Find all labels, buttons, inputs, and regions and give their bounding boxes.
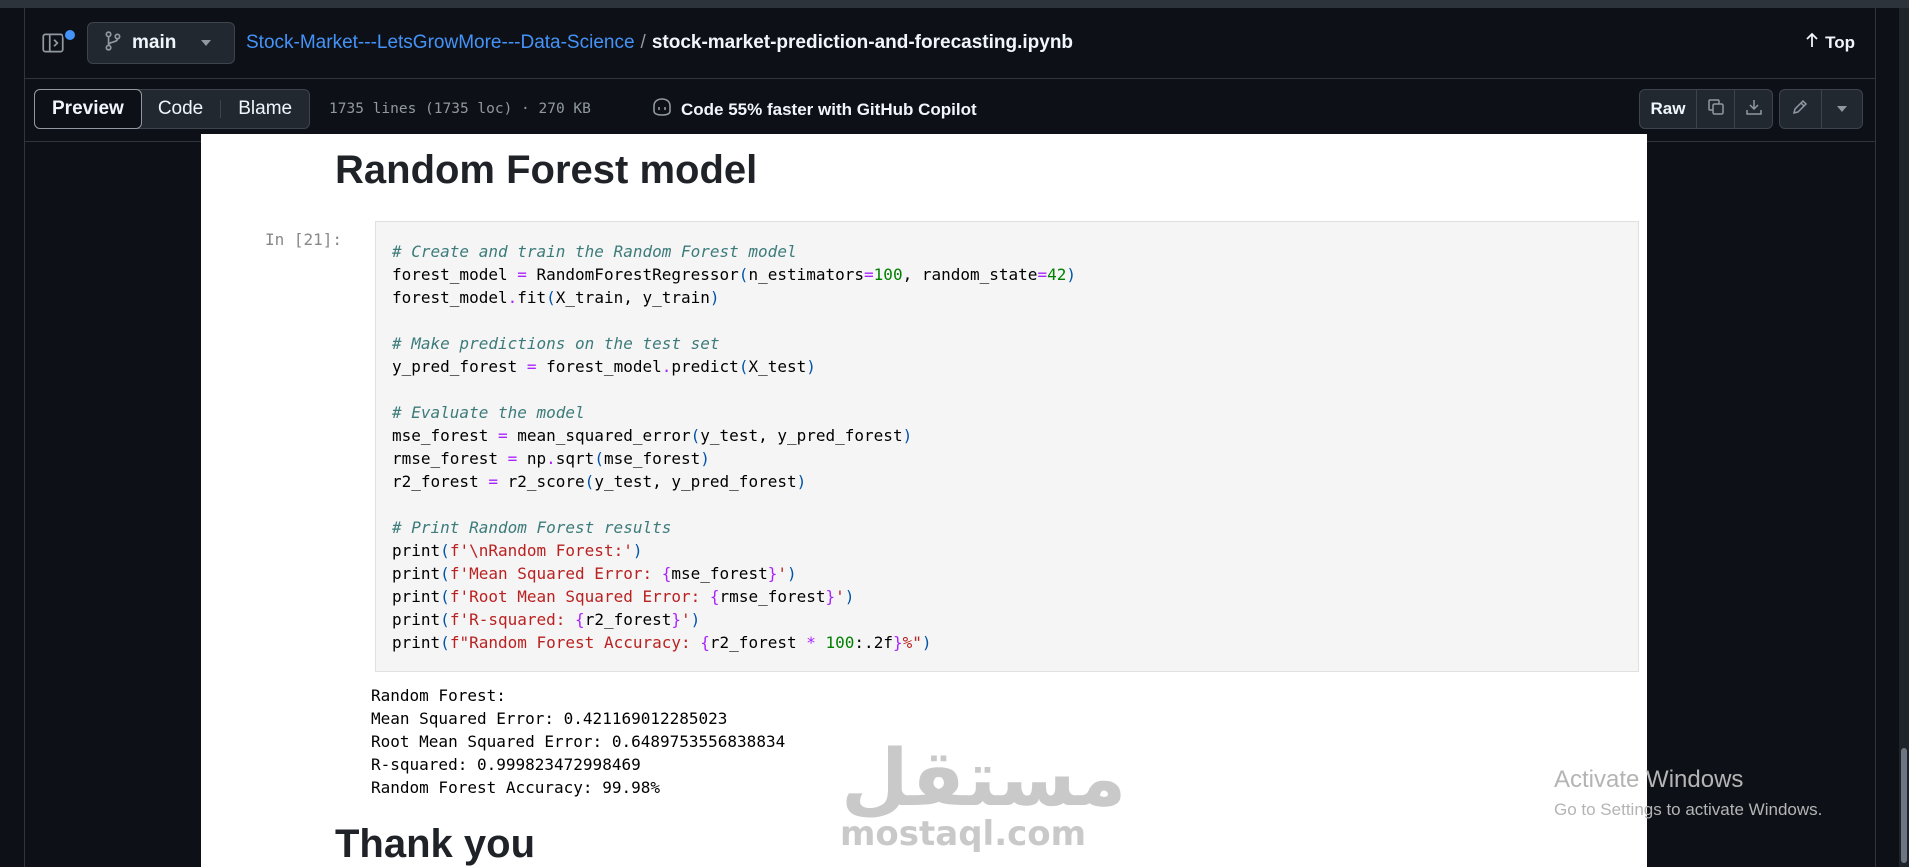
activate-subtitle: Go to Settings to activate Windows. [1554,800,1823,819]
arrow-up-icon [1805,32,1825,53]
chevron-down-icon [1836,100,1848,118]
code-line: r2_forest = r2_score(y_test, y_pred_fore… [392,472,807,491]
copy-icon [1706,97,1726,122]
edit-actions [1779,89,1863,129]
code-line: # Evaluate the model [392,403,585,422]
copilot-text: Code 55% faster with GitHub Copilot [681,99,977,119]
cell-prompt: In [21]: [265,230,343,249]
file-info: 1735 lines (1735 loc) · 270 KB [329,101,591,117]
code-line: # Create and train the Random Forest mod… [392,242,797,261]
edit-button[interactable] [1780,90,1821,128]
top-label: Top [1825,32,1855,52]
cell-output: Random Forest: Mean Squared Error: 0.421… [371,686,786,797]
code-cell: # Create and train the Random Forest mod… [375,221,1639,672]
watermark-english: mostaql.com [840,814,1087,854]
branch-selector[interactable]: main [87,22,235,64]
code-line: # Make predictions on the test set [392,334,720,353]
git-branch-icon [104,30,122,56]
code-line: # Print Random Forest results [392,518,672,537]
code-line: print(f"Random Forest Accuracy: {r2_fore… [392,633,932,652]
section-heading: Random Forest model [335,148,758,192]
code-block: # Create and train the Random Forest mod… [392,240,1076,654]
more-edit-options-button[interactable] [1820,90,1863,128]
top-button[interactable]: Top [1805,32,1855,53]
copilot-promo[interactable]: Code 55% faster with GitHub Copilot [651,97,977,122]
view-mode-tabs: Preview Code Blame [34,89,311,129]
tab-code[interactable]: Code [141,90,220,128]
breadcrumb-separator: / [640,32,646,53]
watermark-arabic: مستقل [841,734,1128,824]
code-line: print(f'Mean Squared Error: {mse_forest}… [392,564,797,583]
file-header: main Stock-Market---LetsGrowMore---Data-… [25,8,1875,79]
window-top-strip [0,0,1909,8]
scrollbar[interactable] [1899,8,1909,867]
pencil-icon [1791,98,1809,121]
activate-windows-notice: Activate Windows Go to Settings to activ… [1554,766,1822,820]
scrollbar-thumb[interactable] [1901,748,1907,863]
copy-button[interactable] [1696,90,1734,128]
raw-button[interactable]: Raw [1640,90,1696,128]
thank-you-heading: Thank you [335,822,536,866]
copilot-icon [651,97,681,122]
breadcrumb-file-name: stock-market-prediction-and-forecasting.… [651,32,1074,53]
code-line: print(f'R-squared: {r2_forest}') [392,610,701,629]
tab-preview[interactable]: Preview [34,89,142,129]
code-line: print(f'Root Mean Squared Error: {rmse_f… [392,587,855,606]
code-line: rmse_forest = np.sqrt(mse_forest) [392,449,710,468]
code-line: print(f'\nRandom Forest:') [392,541,643,560]
file-toolbar: Preview Code Blame 1735 lines (1735 loc)… [25,79,1875,142]
branch-name: main [132,32,177,53]
code-line: y_pred_forest = forest_model.predict(X_t… [392,357,816,376]
code-line: mse_forest = mean_squared_error(y_test, … [392,426,913,445]
code-line: forest_model = RandomForestRegressor(n_e… [392,265,1076,284]
download-icon [1744,97,1764,122]
breadcrumb-repo-link[interactable]: Stock-Market---LetsGrowMore---Data-Scien… [246,32,635,53]
notification-dot [63,28,77,42]
file-actions: Raw [1639,89,1773,129]
caret-down-icon [200,34,212,52]
notebook-preview: Random Forest model In [21]: # Create an… [201,134,1647,867]
download-button[interactable] [1734,90,1772,128]
activate-title: Activate Windows [1554,766,1744,793]
code-line: forest_model.fit(X_train, y_train) [392,288,720,307]
breadcrumb: Stock-Market---LetsGrowMore---Data-Scien… [246,32,1073,54]
tab-blame[interactable]: Blame [221,90,309,128]
